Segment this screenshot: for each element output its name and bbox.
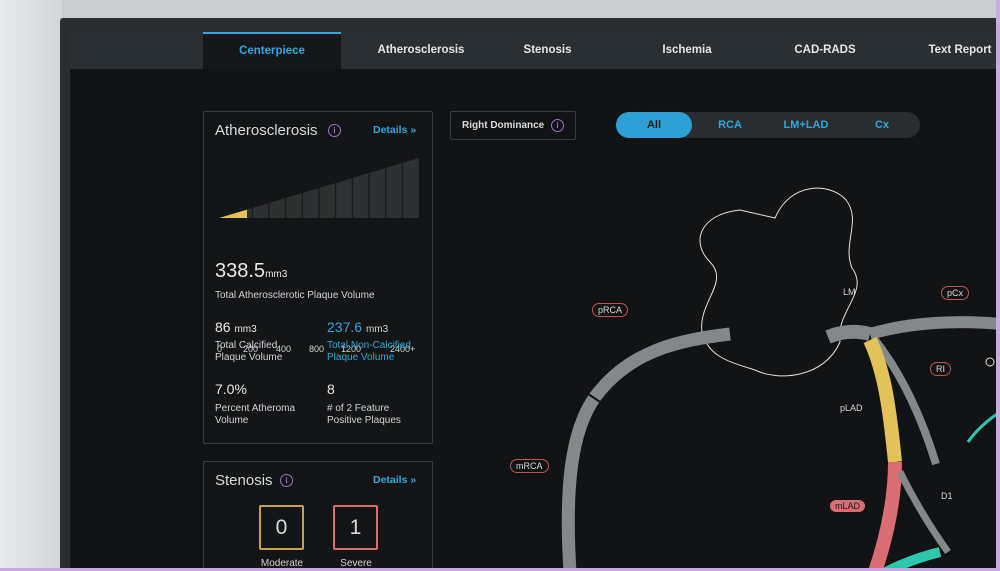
aorta-outline	[699, 187, 858, 377]
segment-label-plad[interactable]: pLAD	[835, 402, 868, 414]
segment-label-mrca[interactable]: mRCA	[510, 459, 549, 473]
atherosclerosis-details-link[interactable]: Details »	[373, 124, 416, 136]
atherosclerosis-panel: Atherosclerosis i Details » 0 200 400 80…	[203, 111, 433, 444]
noncalcified-label-line2: Plaque Volume	[327, 352, 395, 363]
feature-positive-label-line1: # of 2 Feature	[327, 403, 390, 414]
tab-stenosis[interactable]: Stenosis	[495, 32, 600, 69]
calcified-unit: mm3	[234, 324, 257, 335]
segment-label-prca[interactable]: pRCA	[592, 303, 629, 317]
segment-label-mlad[interactable]: mLAD	[830, 500, 866, 512]
filter-all[interactable]: All	[616, 112, 692, 138]
frame-border-right	[996, 0, 1000, 571]
feature-positive-value: 8	[327, 381, 335, 397]
moderate-count[interactable]: 0	[259, 505, 304, 550]
calcified-label-line1: Total Calcified	[215, 340, 278, 351]
tab-text-report[interactable]: Text Report	[915, 32, 1000, 69]
background-left	[0, 0, 62, 571]
stenosis-title: Stenosis	[215, 472, 273, 489]
tab-bar: Centerpiece Atherosclerosis Stenosis Isc…	[70, 32, 1000, 69]
noncalcified-value: 237.6	[327, 319, 363, 335]
segment-label-lm[interactable]: LM	[838, 286, 861, 298]
total-plaque-value: 338.5	[215, 260, 266, 282]
scale-fill	[219, 209, 247, 218]
filter-lm-lad[interactable]: LM+LAD	[768, 112, 844, 138]
filter-rca[interactable]: RCA	[692, 112, 768, 138]
segment-label-d1[interactable]: D1	[936, 490, 958, 502]
total-plaque-label: Total Atherosclerotic Plaque Volume	[215, 290, 375, 301]
calcified-value: 86	[215, 319, 231, 335]
mlad-vessel	[868, 461, 902, 571]
info-icon[interactable]: i	[328, 124, 341, 137]
calcified-label-line2: Plaque Volume	[215, 352, 283, 363]
info-icon[interactable]: i	[551, 119, 564, 132]
filter-cx[interactable]: Cx	[844, 112, 920, 138]
details-label: Details	[373, 474, 408, 486]
scale-tick: 800	[309, 344, 325, 354]
tab-ischemia[interactable]: Ischemia	[632, 32, 742, 69]
double-chevron-right-icon: »	[410, 124, 417, 136]
tab-centerpiece[interactable]: Centerpiece	[203, 32, 341, 69]
atherosclerosis-title: Atherosclerosis	[215, 122, 318, 139]
dominance-indicator: Right Dominance i	[450, 111, 576, 140]
dominance-label: Right Dominance	[462, 120, 545, 131]
details-label: Details	[373, 124, 408, 136]
marker-icon	[985, 357, 995, 367]
lm-vessel	[825, 324, 872, 344]
noncalcified-label-line1: Total Non-Calcified	[327, 340, 411, 351]
total-plaque-unit: mm3	[265, 269, 288, 280]
tab-cad-rads[interactable]: CAD-RADS	[770, 32, 880, 69]
double-chevron-right-icon: »	[410, 474, 417, 486]
percent-atheroma-label-line1: Percent Atheroma	[215, 403, 296, 414]
segment-label-pcx[interactable]: pCx	[941, 286, 970, 300]
segment-label-ri[interactable]: RI	[930, 362, 951, 376]
noncalcified-unit: mm3	[365, 324, 389, 335]
stenosis-details-link[interactable]: Details »	[373, 474, 416, 486]
severe-count[interactable]: 1	[333, 505, 378, 550]
info-icon[interactable]: i	[280, 474, 293, 487]
stenosis-panel: Stenosis i Details » 0 Moderate 1 Severe	[203, 461, 433, 571]
rca-vessel	[561, 327, 731, 571]
percent-atheroma-label-line2: Volume	[215, 415, 249, 426]
tab-atherosclerosis[interactable]: Atherosclerosis	[351, 32, 491, 69]
vessel-filter: All RCA LM+LAD Cx	[616, 112, 920, 138]
percent-atheroma-value: 7.0%	[215, 381, 247, 397]
app-screen: Centerpiece Atherosclerosis Stenosis Isc…	[70, 32, 1000, 571]
d1-vessel	[896, 470, 951, 555]
total-plaque-volume: 338.5mm3	[215, 260, 287, 283]
plaque-volume-scale	[219, 158, 419, 218]
cx-vessel	[868, 316, 1000, 340]
feature-positive-label-line2: Positive Plaques	[327, 415, 401, 426]
coronary-tree-diagram	[561, 187, 1000, 571]
calcified-volume: 86 mm3	[215, 319, 257, 335]
noncalcified-volume: 237.6 mm3	[327, 319, 388, 335]
